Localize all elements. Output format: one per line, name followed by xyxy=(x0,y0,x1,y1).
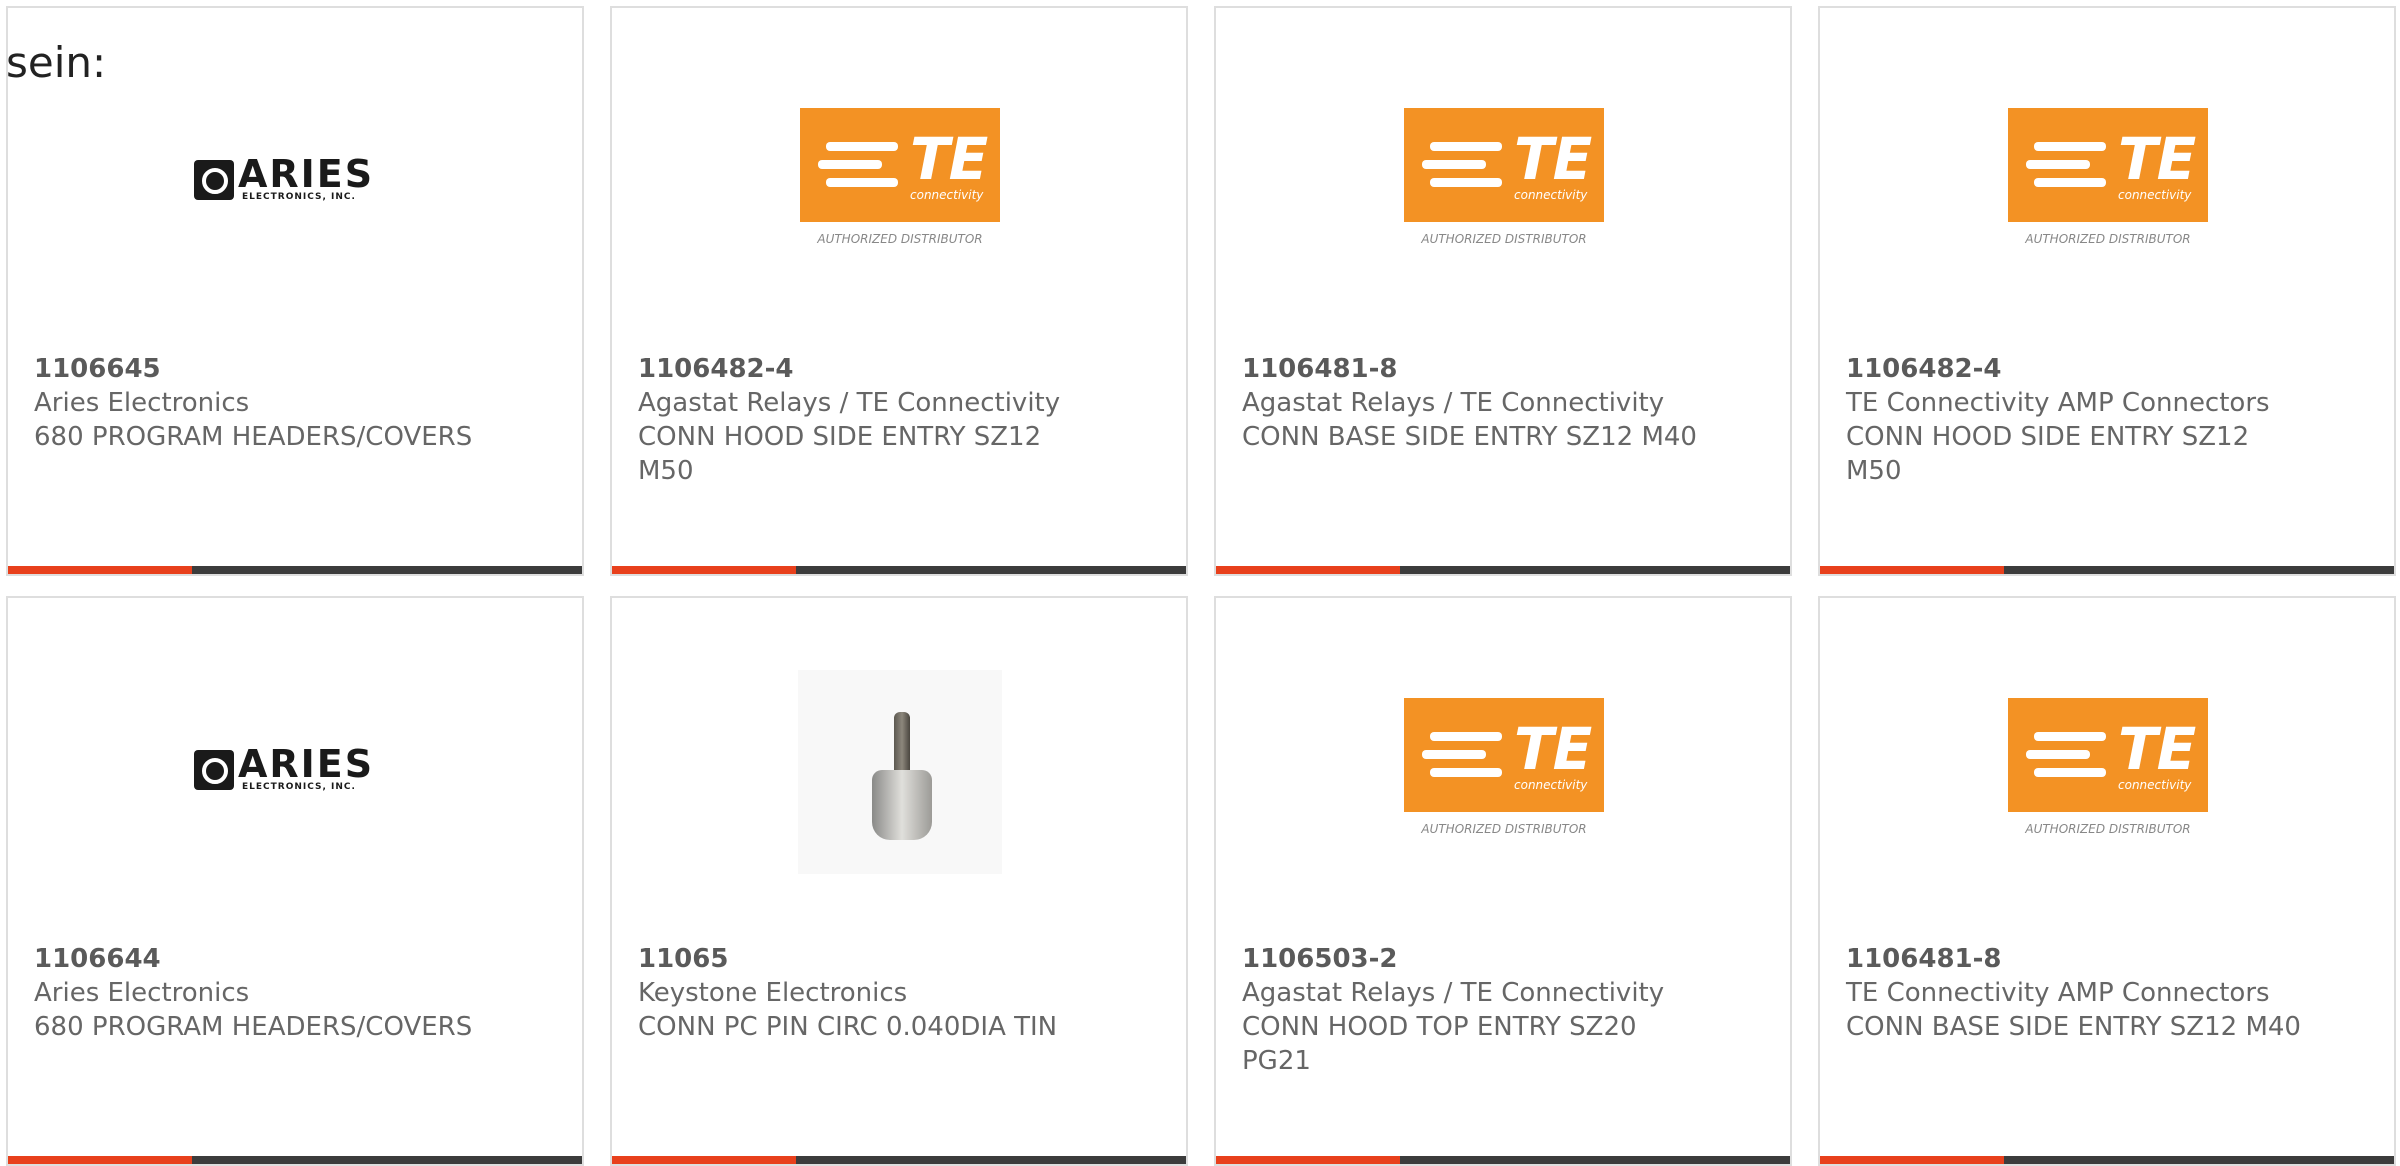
te-wordmark: TE xyxy=(1514,125,1592,193)
te-wordmark: TE xyxy=(1514,715,1592,783)
part-number[interactable]: 1106644 xyxy=(34,942,494,976)
product-info: 11065 Keystone Electronics CONN PC PIN C… xyxy=(638,942,1098,1044)
aries-tagline: ELECTRONICS, INC. xyxy=(242,782,356,792)
description: CONN HOOD SIDE ENTRY SZ12 M50 xyxy=(638,422,1042,486)
te-caption: AUTHORIZED DISTRIBUTOR xyxy=(1421,822,1587,836)
product-photo xyxy=(798,670,1002,874)
te-caption: AUTHORIZED DISTRIBUTOR xyxy=(817,232,983,246)
product-card[interactable]: TE connectivity AUTHORIZED DISTRIBUTOR 1… xyxy=(610,6,1188,576)
te-logo: TE connectivity AUTHORIZED DISTRIBUTOR xyxy=(798,108,1002,256)
product-info: 1106644 Aries Electronics 680 PROGRAM HE… xyxy=(34,942,494,1044)
description: CONN HOOD TOP ENTRY SZ20 PG21 xyxy=(1242,1012,1637,1076)
description: CONN BASE SIDE ENTRY SZ12 M40 xyxy=(1846,1012,2301,1042)
product-grid: ARIES ELECTRONICS, INC. 1106645 Aries El… xyxy=(0,0,2400,1166)
te-logo: TE connectivity AUTHORIZED DISTRIBUTOR xyxy=(2006,698,2210,846)
manufacturer: TE Connectivity AMP Connectors xyxy=(1846,978,2270,1008)
description: 680 PROGRAM HEADERS/COVERS xyxy=(34,1012,473,1042)
pin-body xyxy=(872,770,932,840)
pin-shaft xyxy=(894,712,910,776)
te-logo: TE connectivity AUTHORIZED DISTRIBUTOR xyxy=(1402,108,1606,256)
manufacturer: Aries Electronics xyxy=(34,388,250,418)
manufacturer: Agastat Relays / TE Connectivity xyxy=(1242,388,1665,418)
part-number[interactable]: 1106482-4 xyxy=(638,352,1098,386)
card-bottom-bar xyxy=(8,566,582,574)
part-number[interactable]: 1106481-8 xyxy=(1242,352,1702,386)
part-number[interactable]: 1106645 xyxy=(34,352,494,386)
product-info: 1106482-4 TE Connectivity AMP Connectors… xyxy=(1846,352,2306,488)
card-bottom-bar xyxy=(8,1156,582,1164)
product-card[interactable]: TE connectivity AUTHORIZED DISTRIBUTOR 1… xyxy=(1818,6,2396,576)
te-tagline: connectivity xyxy=(2118,188,2192,202)
card-bottom-bar xyxy=(612,566,1186,574)
product-info: 1106645 Aries Electronics 680 PROGRAM HE… xyxy=(34,352,494,454)
manufacturer: Keystone Electronics xyxy=(638,978,908,1008)
product-card[interactable]: TE connectivity AUTHORIZED DISTRIBUTOR 1… xyxy=(1818,596,2396,1166)
manufacturer: Agastat Relays / TE Connectivity xyxy=(1242,978,1665,1008)
te-caption: AUTHORIZED DISTRIBUTOR xyxy=(1421,232,1587,246)
te-wordmark: TE xyxy=(2118,715,2196,783)
aries-mark-icon xyxy=(194,160,234,200)
manufacturer: TE Connectivity AMP Connectors xyxy=(1846,388,2270,418)
te-caption: AUTHORIZED DISTRIBUTOR xyxy=(2025,822,2191,836)
card-bottom-bar xyxy=(612,1156,1186,1164)
part-number[interactable]: 1106481-8 xyxy=(1846,942,2306,976)
aries-wordmark: ARIES xyxy=(238,742,375,786)
description: CONN BASE SIDE ENTRY SZ12 M40 xyxy=(1242,422,1697,452)
part-number[interactable]: 1106503-2 xyxy=(1242,942,1702,976)
product-card[interactable]: 11065 Keystone Electronics CONN PC PIN C… xyxy=(610,596,1188,1166)
card-bottom-bar xyxy=(1216,1156,1790,1164)
te-caption: AUTHORIZED DISTRIBUTOR xyxy=(2025,232,2191,246)
aries-logo: ARIES ELECTRONICS, INC. xyxy=(194,108,398,256)
product-info: 1106503-2 Agastat Relays / TE Connectivi… xyxy=(1242,942,1702,1078)
card-bottom-bar xyxy=(1820,1156,2394,1164)
product-info: 1106481-8 Agastat Relays / TE Connectivi… xyxy=(1242,352,1702,454)
description: 680 PROGRAM HEADERS/COVERS xyxy=(34,422,473,452)
te-logo: TE connectivity AUTHORIZED DISTRIBUTOR xyxy=(2006,108,2210,256)
description: CONN PC PIN CIRC 0.040DIA TIN xyxy=(638,1012,1058,1042)
aries-mark-icon xyxy=(194,750,234,790)
product-info: 1106482-4 Agastat Relays / TE Connectivi… xyxy=(638,352,1098,488)
te-wordmark: TE xyxy=(2118,125,2196,193)
product-card[interactable]: TE connectivity AUTHORIZED DISTRIBUTOR 1… xyxy=(1214,6,1792,576)
product-card[interactable]: ARIES ELECTRONICS, INC. 1106644 Aries El… xyxy=(6,596,584,1166)
manufacturer: Aries Electronics xyxy=(34,978,250,1008)
card-bottom-bar xyxy=(1820,566,2394,574)
card-bottom-bar xyxy=(1216,566,1790,574)
intro-text: sein: xyxy=(6,38,107,87)
description: CONN HOOD SIDE ENTRY SZ12 M50 xyxy=(1846,422,2250,486)
te-wordmark: TE xyxy=(910,125,988,193)
product-card[interactable]: TE connectivity AUTHORIZED DISTRIBUTOR 1… xyxy=(1214,596,1792,1166)
manufacturer: Agastat Relays / TE Connectivity xyxy=(638,388,1061,418)
part-number[interactable]: 11065 xyxy=(638,942,1098,976)
te-tagline: connectivity xyxy=(2118,778,2192,792)
part-number[interactable]: 1106482-4 xyxy=(1846,352,2306,386)
aries-wordmark: ARIES xyxy=(238,152,375,196)
te-tagline: connectivity xyxy=(1514,778,1588,792)
te-tagline: connectivity xyxy=(910,188,984,202)
aries-logo: ARIES ELECTRONICS, INC. xyxy=(194,698,398,846)
aries-tagline: ELECTRONICS, INC. xyxy=(242,192,356,202)
te-logo: TE connectivity AUTHORIZED DISTRIBUTOR xyxy=(1402,698,1606,846)
te-tagline: connectivity xyxy=(1514,188,1588,202)
product-info: 1106481-8 TE Connectivity AMP Connectors… xyxy=(1846,942,2306,1044)
